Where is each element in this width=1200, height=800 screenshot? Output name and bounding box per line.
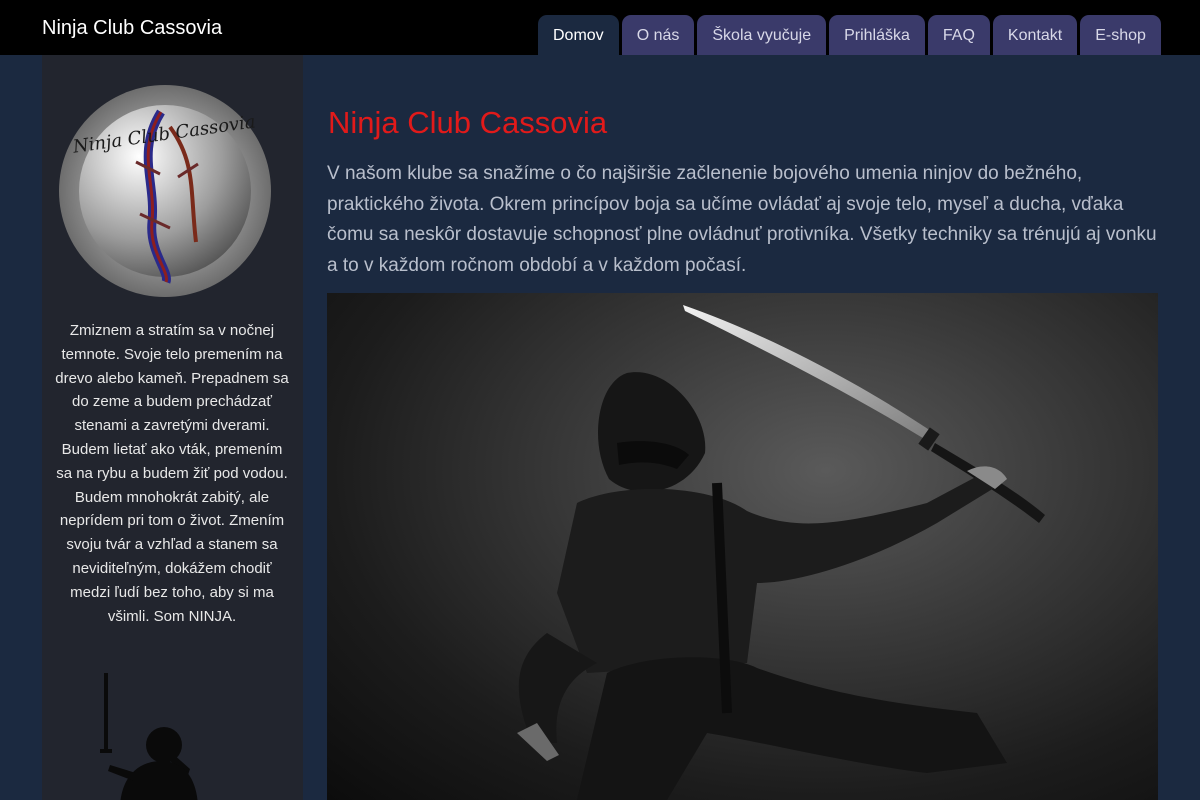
intro-paragraph: V našom klube sa snažíme o čo najširšie …: [327, 163, 1157, 276]
ninja-silhouette-icon: [100, 673, 198, 800]
tab-faq[interactable]: FAQ: [927, 15, 990, 55]
tab-domov[interactable]: Domov: [538, 15, 619, 55]
tab-o-nas[interactable]: O nás: [621, 15, 695, 55]
brand-link[interactable]: Ninja Club Cassovia: [42, 17, 222, 40]
tab-kontakt[interactable]: Kontakt: [992, 15, 1078, 55]
page-title: Ninja Club Cassovia: [328, 105, 608, 140]
ninja-quote: Zmiznem a stratím sa v nočnej temnote. S…: [55, 322, 289, 625]
top-navbar: Ninja Club Cassovia Domov O nás Škola vy…: [0, 0, 1200, 55]
ninja-photo: [327, 293, 1158, 800]
koi-fish-emblem-icon: Ninja Club Cassovia: [59, 85, 271, 297]
ninja-with-katana-icon: [517, 305, 1045, 800]
nav-tabs: Domov O nás Škola vyučuje Prihláška FAQ …: [538, 15, 1164, 55]
tab-e-shop[interactable]: E-shop: [1080, 15, 1161, 55]
tab-skola-vyucuje[interactable]: Škola vyučuje: [697, 15, 827, 55]
sidebar: Ninja Club Cassovia Zmiznem a stratím sa…: [42, 55, 303, 800]
tab-prihlaska[interactable]: Prihláška: [829, 15, 925, 55]
